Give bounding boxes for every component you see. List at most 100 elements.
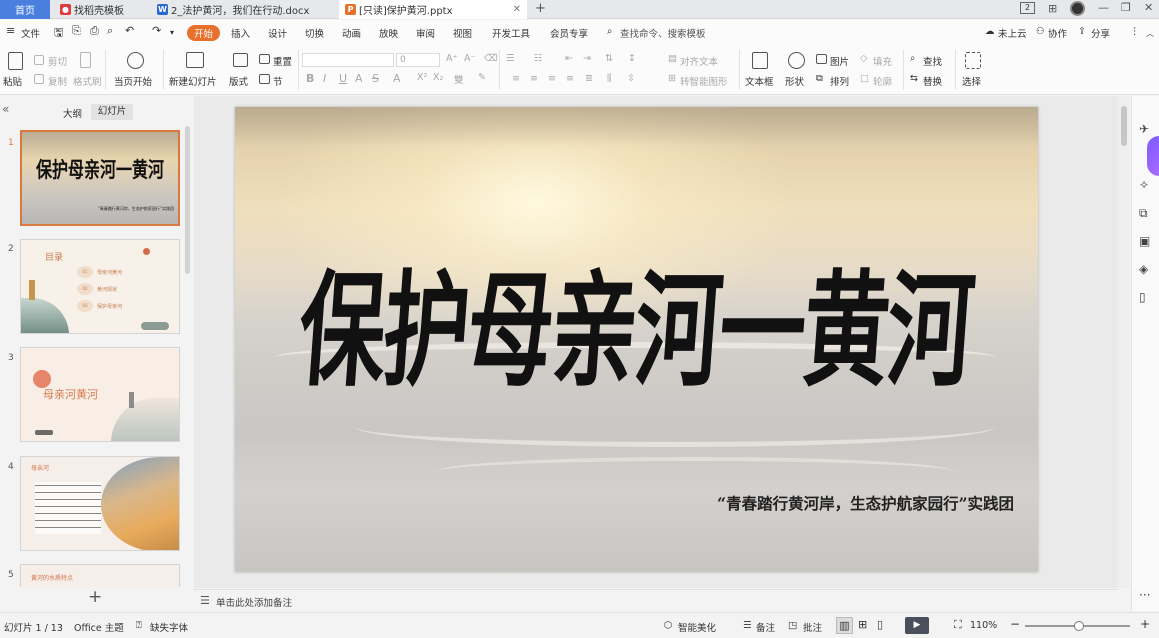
smart-beautify-button[interactable]: 智能美化 — [678, 620, 716, 634]
tab-slideshow[interactable]: 放映 — [379, 26, 398, 40]
canvas-scrollbar[interactable] — [1118, 96, 1130, 588]
copy-button[interactable]: 复制 — [48, 74, 67, 88]
customize-qat-icon[interactable]: ▾ — [170, 28, 174, 37]
tab-pptx[interactable]: P [只读]保护黄河.pptx ✕ — [339, 0, 527, 19]
tab-home[interactable]: 首页 — [0, 0, 50, 19]
picture-button[interactable]: 图片 — [830, 54, 849, 68]
line-spacing-icon[interactable]: ↕ — [628, 53, 636, 64]
replace-button[interactable]: 替换 — [923, 74, 942, 88]
avatar[interactable] — [1070, 1, 1085, 16]
scroll-thumb[interactable] — [1121, 106, 1127, 146]
slide-title[interactable]: 保护母亲河一黄河 — [235, 229, 1038, 410]
tab-slides[interactable]: 幻灯片 — [91, 104, 133, 120]
section-button[interactable]: 节 — [273, 74, 283, 88]
find-button[interactable]: 查找 — [923, 54, 942, 68]
close-window-icon[interactable]: ✕ — [1144, 1, 1153, 14]
grow-font-icon[interactable]: A⁺ — [446, 53, 458, 64]
align-text-button[interactable]: 对齐文本 — [680, 54, 718, 68]
normal-view-icon[interactable]: ▥ — [836, 617, 853, 634]
outline-button[interactable]: 轮廓 — [873, 74, 892, 88]
tab-design[interactable]: 设计 — [268, 26, 287, 40]
tab-review[interactable]: 审阅 — [416, 26, 435, 40]
tab-developer[interactable]: 开发工具 — [492, 26, 530, 40]
paste-icon[interactable] — [8, 52, 23, 70]
paragraph-spacing-icon[interactable]: ⇳ — [627, 73, 635, 84]
font-size-select[interactable]: 0 — [396, 53, 440, 67]
subscript-icon[interactable]: X₂ — [433, 72, 443, 83]
more-tools-icon[interactable]: ··· — [1139, 588, 1150, 602]
align-right-icon[interactable]: ≡ — [548, 73, 556, 84]
zoom-level[interactable]: 110% — [970, 620, 997, 631]
zoom-in-icon[interactable]: + — [1140, 617, 1150, 631]
location-icon[interactable]: ◈ — [1139, 262, 1148, 276]
tab-template-store[interactable]: ● 找稻壳模板 — [54, 0, 146, 19]
italic-icon[interactable]: I — [323, 72, 326, 85]
fit-window-icon[interactable]: ⛶ — [954, 618, 962, 632]
text-effect-icon[interactable]: A — [355, 72, 363, 85]
decrease-indent-icon[interactable]: ⇤ — [565, 53, 573, 64]
collapse-panel-icon[interactable]: « — [2, 102, 9, 116]
font-family-select[interactable] — [302, 53, 394, 67]
print-icon[interactable]: ⎙ — [90, 24, 99, 38]
select-button[interactable]: 选择 — [962, 74, 981, 88]
close-tab-icon[interactable]: ✕ — [513, 4, 521, 15]
comments-button[interactable]: 批注 — [803, 620, 822, 634]
char-spacing-icon[interactable]: 雙 — [454, 72, 464, 86]
fill-button[interactable]: 填充 — [873, 54, 892, 68]
tab-member[interactable]: 会员专享 — [550, 26, 588, 40]
distribute-icon[interactable]: ≣ — [585, 73, 593, 84]
zoom-slider-handle[interactable] — [1074, 621, 1084, 631]
window-count-icon[interactable]: 2 — [1020, 2, 1035, 14]
play-from-current-button[interactable]: 当页开始 — [114, 74, 152, 88]
text-box-button[interactable]: 文本框 — [745, 74, 774, 88]
notes-button[interactable]: 备注 — [756, 620, 775, 634]
book-icon[interactable]: ▯ — [1139, 290, 1146, 304]
menu-file[interactable]: 文件 — [21, 26, 40, 40]
align-left-icon[interactable]: ≡ — [512, 73, 520, 84]
slide-thumbnail-1[interactable]: 保护母亲河一黄河 “青春踏行黄河岸，生态护航家园行”实践团 — [20, 130, 180, 226]
tab-home-ribbon[interactable]: 开始 — [187, 25, 220, 41]
undo-icon[interactable]: ↶ — [125, 24, 134, 37]
tab-transitions[interactable]: 切换 — [305, 26, 324, 40]
slide-thumbnail-3[interactable]: 母亲河黄河 — [20, 347, 180, 442]
share-button[interactable]: 分享 — [1091, 26, 1110, 40]
collapse-ribbon-icon[interactable]: ︿ — [1146, 28, 1154, 39]
new-tab-icon[interactable]: + — [535, 1, 546, 16]
tab-animations[interactable]: 动画 — [342, 26, 361, 40]
highlight-icon[interactable]: ✎ — [478, 72, 486, 83]
collab-button[interactable]: 协作 — [1048, 26, 1067, 40]
minimize-icon[interactable]: — — [1098, 1, 1109, 14]
increase-indent-icon[interactable]: ⇥ — [583, 53, 591, 64]
shrink-font-icon[interactable]: A⁻ — [464, 53, 476, 64]
slide-sorter-icon[interactable]: ⊞ — [858, 618, 867, 631]
save-icon[interactable]: 🖫 — [54, 24, 63, 43]
panel-scrollbar[interactable] — [185, 126, 190, 274]
slide-thumbnail-4[interactable]: 母亲河 — [20, 456, 180, 551]
reset-button[interactable]: 重置 — [273, 54, 292, 68]
underline-icon[interactable]: U — [339, 72, 347, 85]
justify-icon[interactable]: ≡ — [566, 73, 574, 84]
strikethrough-icon[interactable]: S — [372, 72, 379, 85]
bullets-icon[interactable]: ☰ — [506, 53, 515, 64]
zoom-out-icon[interactable]: − — [1010, 617, 1020, 631]
play-slideshow-icon[interactable]: ▶ — [905, 617, 929, 634]
export-pdf-icon[interactable]: ⎘ — [72, 24, 81, 38]
grid-apps-icon[interactable]: ⊞ — [1048, 2, 1057, 15]
layout-button[interactable]: 版式 — [229, 74, 248, 88]
missing-font-button[interactable]: 缺失字体 — [150, 620, 188, 634]
paste-button[interactable]: 粘贴 — [3, 74, 22, 88]
restore-icon[interactable]: ❐ — [1121, 1, 1131, 14]
reading-view-icon[interactable]: ▯ — [877, 618, 883, 631]
cloud-status[interactable]: 未上云 — [998, 26, 1027, 40]
numbering-icon[interactable]: ☷ — [534, 53, 543, 64]
slide-subtitle[interactable]: “青春踏行黄河岸，生态护航家园行”实践团 — [717, 492, 1014, 514]
tab-view[interactable]: 视图 — [453, 26, 472, 40]
add-slide-icon[interactable]: + — [88, 587, 102, 607]
format-painter-button[interactable]: 格式刷 — [73, 74, 102, 88]
bold-icon[interactable]: B — [306, 72, 314, 85]
convert-smartart-button[interactable]: 转智能图形 — [680, 74, 728, 88]
align-center-icon[interactable]: ≡ — [530, 73, 538, 84]
theme-name[interactable]: Office 主题 — [74, 620, 124, 634]
shape-button[interactable]: 形状 — [785, 74, 804, 88]
text-direction-icon[interactable]: ⇅ — [605, 53, 613, 64]
